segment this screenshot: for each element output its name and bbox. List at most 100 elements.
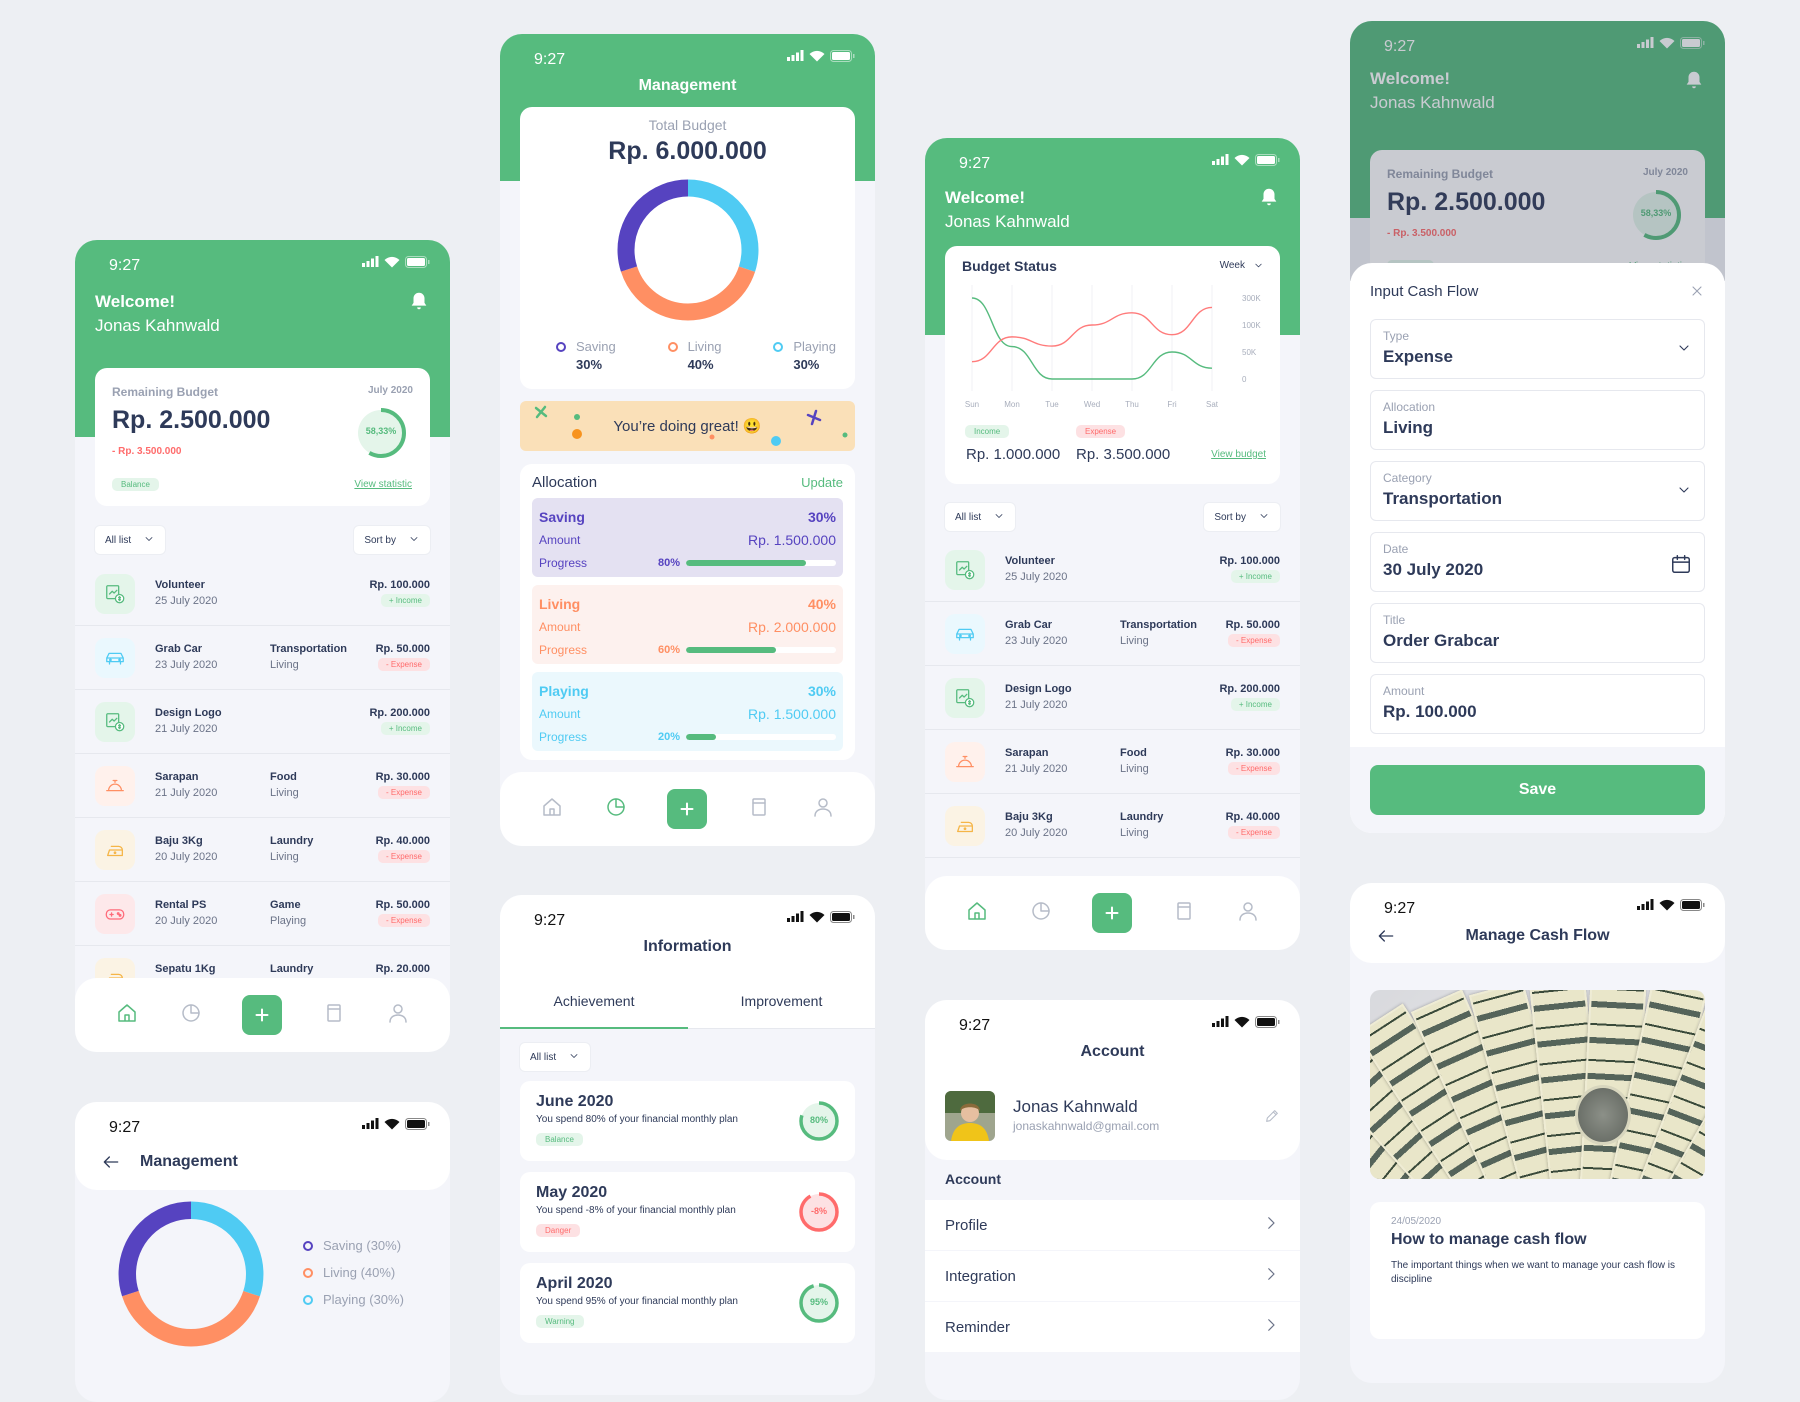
progress-bar bbox=[686, 733, 836, 740]
back-arrow-icon[interactable] bbox=[101, 1152, 121, 1177]
nav-home-button[interactable] bbox=[540, 795, 564, 824]
view-budget-link[interactable]: View budget bbox=[1211, 449, 1266, 460]
achievement-text: You spend -8% of your financial monthly … bbox=[536, 1205, 736, 1216]
transaction-row[interactable]: Volunteer 25 July 2020 Rp. 100.000 + Income bbox=[925, 538, 1300, 602]
edit-pencil-icon[interactable] bbox=[1264, 1108, 1280, 1129]
status-icons bbox=[787, 50, 855, 62]
account-menu-item-integration[interactable]: Integration bbox=[925, 1251, 1300, 1301]
nav-plus-button[interactable] bbox=[242, 995, 283, 1035]
nav-notebook-button[interactable] bbox=[747, 795, 771, 824]
car-icon bbox=[106, 652, 124, 665]
transaction-row[interactable]: Baju 3Kg 20 July 2020 Laundry Living Rp. 40.… bbox=[925, 794, 1300, 858]
status-bar: 9:27 bbox=[75, 1102, 450, 1152]
bell-icon[interactable] bbox=[1258, 186, 1280, 213]
modal-overlay[interactable] bbox=[1350, 21, 1725, 281]
legend-item-saving: Saving 30% bbox=[556, 339, 616, 372]
view-statistic-link[interactable]: View statistic bbox=[354, 479, 412, 490]
income-icon-tile bbox=[945, 678, 985, 718]
transaction-row[interactable]: Rental PS 20 July 2020 Game Playing Rp. 50.0… bbox=[75, 882, 450, 946]
allocation-item-saving[interactable]: Saving 30% Amount Rp. 1.500.000 Progress 80% bbox=[532, 498, 843, 577]
budget-month: July 2020 bbox=[367, 385, 413, 396]
nav-user-button[interactable] bbox=[1236, 899, 1260, 928]
nav-pie-chart-button[interactable] bbox=[179, 1001, 203, 1030]
field-allocation[interactable]: Allocation Living bbox=[1370, 390, 1705, 450]
menu-label: Reminder bbox=[945, 1318, 1011, 1336]
transaction-type-badge: + Income bbox=[380, 722, 430, 735]
account-section-title: Account bbox=[945, 1171, 1001, 1187]
nav-plus-button[interactable] bbox=[667, 789, 708, 829]
update-link[interactable]: Update bbox=[801, 475, 843, 490]
close-icon[interactable] bbox=[1689, 283, 1705, 304]
transaction-row[interactable]: Baju 3Kg 20 July 2020 Laundry Living Rp. 40.… bbox=[75, 818, 450, 882]
calendar-icon[interactable] bbox=[1670, 553, 1692, 580]
avatar[interactable] bbox=[945, 1091, 995, 1141]
transaction-row[interactable]: Volunteer 25 July 2020 Rp. 100.000 + Income bbox=[75, 562, 450, 626]
nav-home-button[interactable] bbox=[115, 1001, 139, 1030]
nav-user-button[interactable] bbox=[386, 1001, 410, 1030]
progress-label: Progress bbox=[539, 642, 588, 657]
nav-notebook-button[interactable] bbox=[322, 1001, 346, 1030]
status-time: 9:27 bbox=[109, 1119, 141, 1136]
allocation-item-playing[interactable]: Playing 30% Amount Rp. 1.500.000 Progress 20% bbox=[532, 672, 843, 751]
transaction-row[interactable]: Grab Car 23 July 2020 Transportation Living… bbox=[75, 626, 450, 690]
transaction-date: 25 July 2020 bbox=[1005, 571, 1068, 583]
field-date[interactable]: Date 30 July 2020 bbox=[1370, 532, 1705, 592]
achievement-card[interactable]: June 2020 You spend 80% of your financial… bbox=[520, 1081, 855, 1161]
filter-label: All list bbox=[105, 534, 132, 546]
transaction-row[interactable]: Grab Car 23 July 2020 Transportation Living… bbox=[925, 602, 1300, 666]
battery-icon bbox=[405, 1118, 430, 1130]
transaction-category: Food bbox=[270, 771, 297, 783]
status-icons bbox=[1637, 899, 1705, 911]
transaction-amount: Rp. 50.000 bbox=[375, 899, 430, 911]
achievement-card[interactable]: April 2020 You spend 95% of your financia… bbox=[520, 1263, 855, 1343]
transaction-row[interactable]: Sarapan 21 July 2020 Food Living Rp. 30.000 -… bbox=[925, 730, 1300, 794]
chevron-down-icon bbox=[1258, 510, 1270, 525]
x-tick-label: Tue bbox=[1045, 400, 1059, 409]
chevron-down-icon[interactable] bbox=[1676, 482, 1692, 503]
nav-home-button[interactable] bbox=[965, 899, 989, 928]
budget-label: Remaining Budget bbox=[112, 385, 219, 399]
article-header: 9:27 Manage Cash Flow bbox=[1350, 883, 1725, 963]
nav-pie-chart-button[interactable] bbox=[1029, 899, 1053, 928]
achievement-card[interactable]: May 2020 You spend -8% of your financial … bbox=[520, 1172, 855, 1252]
sheet-title: Input Cash Flow bbox=[1370, 283, 1479, 300]
account-menu-item-profile[interactable]: Profile bbox=[925, 1200, 1300, 1250]
field-title[interactable]: Title Order Grabcar bbox=[1370, 603, 1705, 663]
chevron-down-icon bbox=[568, 1050, 580, 1065]
page-title: Management bbox=[140, 1153, 238, 1170]
nav-user-button[interactable] bbox=[811, 795, 835, 824]
sort-by-filter[interactable]: Sort by bbox=[354, 526, 430, 554]
field-amount[interactable]: Amount Rp. 100.000 bbox=[1370, 674, 1705, 734]
transaction-category: Game bbox=[270, 899, 301, 911]
field-category[interactable]: Category Transportation bbox=[1370, 461, 1705, 521]
status-badge: Warning bbox=[536, 1315, 584, 1328]
transaction-amount: Rp. 30.000 bbox=[1225, 747, 1280, 759]
field-type[interactable]: Type Expense bbox=[1370, 319, 1705, 379]
transaction-title: Volunteer bbox=[155, 579, 205, 591]
tab-improvement[interactable]: Improvement bbox=[688, 993, 875, 1029]
budget-status-card: Budget Status Week Sun Mon Tue Wed Thu Fri Sat… bbox=[945, 246, 1280, 484]
nav-notebook-button[interactable] bbox=[1172, 899, 1196, 928]
transaction-title: Design Logo bbox=[1005, 683, 1072, 695]
transaction-row[interactable]: Sarapan 21 July 2020 Food Living Rp. 30.000 -… bbox=[75, 754, 450, 818]
nav-plus-button[interactable] bbox=[1092, 893, 1133, 933]
article-card[interactable]: 24/05/2020 How to manage cash flow The i… bbox=[1370, 1202, 1705, 1339]
transaction-allocation: Living bbox=[1120, 763, 1149, 775]
chevron-down-icon[interactable] bbox=[1676, 340, 1692, 361]
account-menu-item-reminder[interactable]: Reminder bbox=[925, 1302, 1300, 1352]
nav-pie-chart-button[interactable] bbox=[604, 795, 628, 824]
transaction-row[interactable]: Design Logo 21 July 2020 Rp. 200.000 + Inco… bbox=[925, 666, 1300, 730]
status-icons bbox=[787, 911, 855, 923]
bell-icon[interactable] bbox=[408, 290, 430, 317]
all-list-filter[interactable]: All list bbox=[95, 526, 166, 554]
tab-achievement[interactable]: Achievement bbox=[500, 993, 688, 1029]
transaction-row[interactable]: Design Logo 21 July 2020 Rp. 200.000 + Inco… bbox=[75, 690, 450, 754]
all-list-filter[interactable]: All list bbox=[945, 503, 1016, 531]
filter-label: All list bbox=[955, 511, 982, 523]
status-bar: 9:27 bbox=[75, 240, 450, 290]
all-list-filter[interactable]: All list bbox=[520, 1043, 591, 1071]
page-title: Account bbox=[1080, 1043, 1145, 1060]
allocation-item-living[interactable]: Living 40% Amount Rp. 2.000.000 Progress 60% bbox=[532, 585, 843, 664]
sort-by-filter[interactable]: Sort by bbox=[1204, 503, 1280, 531]
save-button[interactable]: Save bbox=[1370, 765, 1705, 815]
